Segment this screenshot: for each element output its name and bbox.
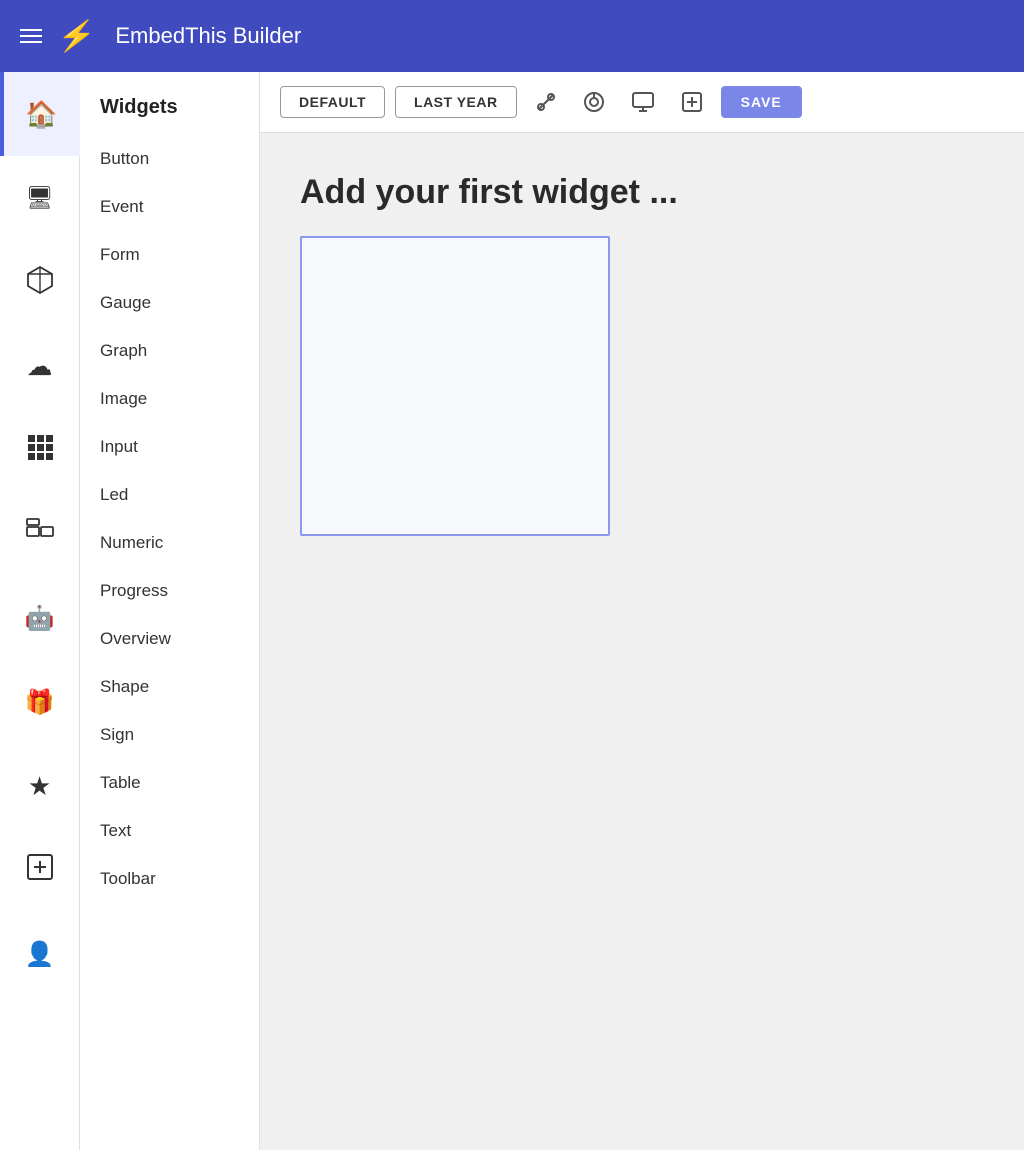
widget-item-button[interactable]: Button [80, 135, 259, 183]
widgets-title: Widgets [80, 72, 259, 135]
cloud-icon: ☁ [27, 351, 53, 382]
main-layout: 🏠 🖥 ☁ [0, 72, 1024, 1150]
sidebar-item-gift[interactable]: 🎁 [0, 660, 80, 744]
canvas-area: Add your first widget ... [260, 133, 1024, 1150]
device-group-icon [25, 517, 55, 552]
sidebar-item-device-group[interactable] [0, 492, 80, 576]
sidebar-item-cloud[interactable]: ☁ [0, 324, 80, 408]
monitor-icon: 🖥 [26, 185, 54, 211]
last-year-button[interactable]: LAST YEAR [395, 86, 517, 118]
default-button[interactable]: DEFAULT [280, 86, 385, 118]
save-button[interactable]: SAVE [721, 86, 802, 118]
widget-item-sign[interactable]: Sign [80, 711, 259, 759]
widget-item-overview[interactable]: Overview [80, 615, 259, 663]
toolbar: DEFAULT LAST YEAR [260, 72, 1024, 133]
widget-item-input[interactable]: Input [80, 423, 259, 471]
sidebar-item-user[interactable]: 👤 [0, 912, 80, 996]
sidebar-item-grid[interactable] [0, 408, 80, 492]
sidebar-item-cube[interactable] [0, 240, 80, 324]
user-icon: 👤 [25, 940, 55, 969]
widget-item-event[interactable]: Event [80, 183, 259, 231]
logo-icon: ⚡ [56, 19, 98, 54]
gift-icon: 🎁 [25, 688, 55, 717]
sidebar-item-robot[interactable]: 🤖 [0, 576, 80, 660]
canvas-empty-label: Add your first widget ... [300, 173, 984, 212]
add-icon-button[interactable] [673, 87, 711, 117]
sidebar-item-home[interactable]: 🏠 [0, 72, 80, 156]
sidebar-item-plus-box[interactable] [0, 828, 80, 912]
widget-sidebar: Widgets Button Event Form Gauge Graph Im… [80, 72, 260, 1150]
star-icon: ★ [28, 771, 51, 802]
sidebar-item-star[interactable]: ★ [0, 744, 80, 828]
widget-item-table[interactable]: Table [80, 759, 259, 807]
robot-icon: 🤖 [25, 604, 55, 633]
widget-item-shape[interactable]: Shape [80, 663, 259, 711]
widget-item-numeric[interactable]: Numeric [80, 519, 259, 567]
home-icon: 🏠 [25, 99, 57, 130]
main-content: DEFAULT LAST YEAR [260, 72, 1024, 1150]
widget-item-progress[interactable]: Progress [80, 567, 259, 615]
menu-icon[interactable] [20, 29, 42, 43]
plus-box-icon [26, 853, 54, 888]
app-title: EmbedThis Builder [115, 23, 301, 49]
header: ⚡ EmbedThis Builder [0, 0, 1024, 72]
widget-item-led[interactable]: Led [80, 471, 259, 519]
grid-icon [26, 433, 54, 468]
icon-sidebar: 🏠 🖥 ☁ [0, 72, 80, 1150]
settings-icon-button[interactable] [527, 87, 565, 117]
monitor-icon-button[interactable] [623, 87, 663, 117]
widget-item-toolbar[interactable]: Toolbar [80, 855, 259, 903]
sidebar-item-monitor[interactable]: 🖥 [0, 156, 80, 240]
widget-item-gauge[interactable]: Gauge [80, 279, 259, 327]
cube-icon [25, 264, 55, 300]
widget-item-graph[interactable]: Graph [80, 327, 259, 375]
widget-placeholder [300, 236, 610, 536]
widget-item-form[interactable]: Form [80, 231, 259, 279]
widget-item-text[interactable]: Text [80, 807, 259, 855]
lock-icon-button[interactable] [575, 87, 613, 117]
widget-item-image[interactable]: Image [80, 375, 259, 423]
